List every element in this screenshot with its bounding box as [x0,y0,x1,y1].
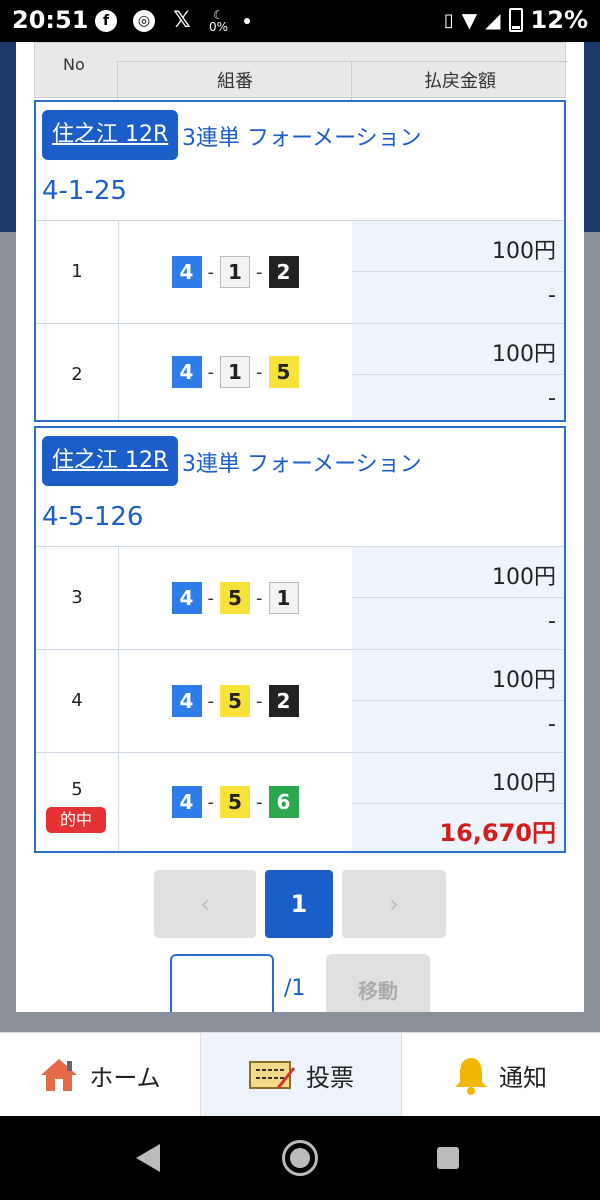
boat-number: 4 [171,786,202,818]
header-payout: 払戻金額 [351,61,568,100]
bet-amount: 100円 [492,565,556,590]
nav-notify[interactable]: 通知 [400,1033,600,1117]
payout-amount: - [548,712,556,737]
table-row: 1 4 - 1 - 2 100円 - [36,220,564,323]
boat-number: 5 [268,356,299,388]
boat-number: 4 [171,685,202,717]
bet-amount: 100円 [492,342,556,367]
venue-link[interactable]: 住之江 12R [42,110,179,160]
page-total: /1 [284,976,306,1001]
signal-icon: ◢ [485,8,501,32]
table-row: 5 的中 4 - 5 - 6 100円 16,670円 [36,752,564,851]
back-icon[interactable] [136,1144,160,1172]
wifi-icon: ▼ [461,8,478,32]
boat-number: 5 [220,786,250,818]
boat-number: 2 [268,256,299,288]
bet-type: 3連単 フォーメーション [182,452,422,477]
bet-amount: 100円 [492,239,556,264]
nav-vote-label: 投票 [306,1063,354,1092]
boat-number: 1 [220,256,250,288]
x-icon: 𝕏 [173,8,191,33]
boat-number: 4 [171,356,202,388]
boat-number: 4 [171,582,202,614]
bell-icon [455,1058,487,1095]
background-page-strip [0,1012,600,1032]
boat-number: 2 [268,685,299,717]
background-page-right [584,42,600,1032]
nav-notify-label: 通知 [499,1063,547,1092]
boat-number: 5 [220,685,250,717]
ticket-modal: No 組番 払戻金額 住之江 12R 3連単 フォーメーション 4-1-25 1… [16,42,584,1012]
status-time: 20:51 [12,6,89,34]
bottom-nav: ホーム 投票 通知 [0,1032,600,1117]
payout-amount: - [548,609,556,634]
combination: 4 - 1 - 2 [118,221,353,323]
ticket-icon [249,1061,296,1089]
ticket-card: 住之江 12R 3連単 フォーメーション 4-5-126 3 4 - 5 - 1… [34,426,566,853]
current-page-button[interactable]: 1 [265,870,333,938]
row-number: 2 [71,364,83,385]
row-number: 3 [71,587,83,608]
status-bar: 20:51 f ◎ 𝕏 ☾ 0% ▯ ▼ ◢ 12% [0,0,600,42]
app-icon: ◎ [133,9,155,32]
ticket-card: 住之江 12R 3連単 フォーメーション 4-1-25 1 4 - 1 - 2 … [34,100,566,422]
row-number: 1 [71,261,83,282]
table-row: 4 4 - 5 - 2 100円 - [36,649,564,752]
boat-number: 4 [171,256,202,288]
row-number: 5 [71,779,83,800]
battery-level: 12% [530,6,588,34]
facebook-icon: f [95,9,117,32]
payout-amount: - [548,386,556,411]
boat-number: 1 [268,582,299,614]
move-button[interactable]: 移動 [326,954,430,1012]
formation-label: 4-5-126 [42,502,144,532]
bet-amount: 100円 [492,771,556,796]
formation-label: 4-1-25 [42,176,127,206]
system-nav-bar [0,1116,600,1200]
combination: 4 - 1 - 5 [118,324,353,420]
dot-icon [244,17,251,24]
row-number: 4 [71,690,83,711]
data-saver-icon: ☾ 0% [209,7,229,34]
bet-amount: 100円 [492,668,556,693]
bet-type: 3連単 フォーメーション [182,126,422,151]
nav-home-label: ホーム [89,1063,161,1092]
prev-page-button[interactable]: ‹ [154,870,256,938]
combination: 4 - 5 - 2 [118,650,353,752]
boat-number: 6 [268,786,299,818]
venue-link[interactable]: 住之江 12R [42,436,179,486]
hit-badge: 的中 [46,807,106,833]
next-page-button[interactable]: › [342,870,446,938]
combination: 4 - 5 - 6 [118,753,353,851]
battery-icon [508,8,523,32]
payout-amount: 16,670円 [439,819,556,847]
header-no: No [63,55,85,74]
home-icon [41,1059,78,1091]
home-circle-icon[interactable] [282,1140,318,1176]
table-header: No 組番 払戻金額 [34,42,568,100]
nav-vote[interactable]: 投票 [200,1033,402,1117]
table-row: 3 4 - 5 - 1 100円 - [36,546,564,649]
page-number-input[interactable] [170,954,274,1012]
header-combination: 組番 [117,61,352,100]
boat-number: 1 [220,356,250,388]
combination: 4 - 5 - 1 [118,547,353,649]
table-row: 2 4 - 1 - 5 100円 - [36,323,564,420]
recent-apps-icon[interactable] [437,1147,459,1169]
background-page-left [0,42,16,1032]
vibrate-icon: ▯ [443,9,454,31]
nav-home[interactable]: ホーム [0,1033,200,1117]
payout-amount: - [548,283,556,308]
boat-number: 5 [220,582,250,614]
